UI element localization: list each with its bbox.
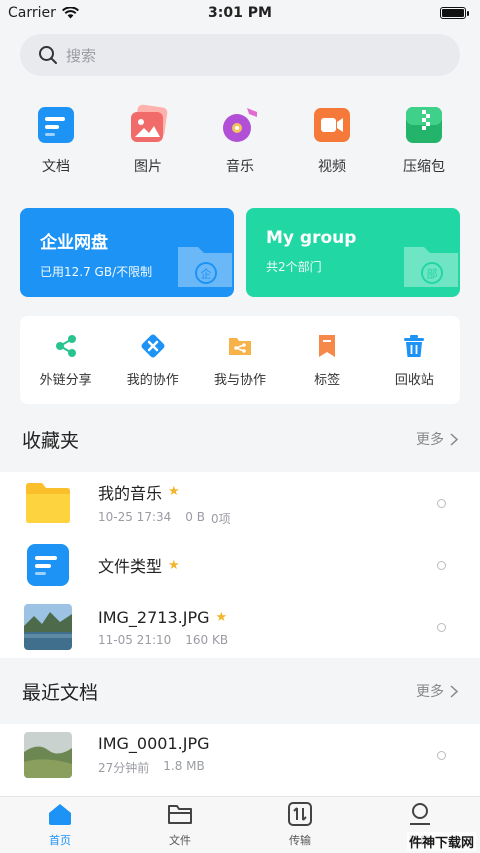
folder-thumb xyxy=(24,480,72,526)
tab-transfer[interactable]: 传输 xyxy=(255,797,345,853)
tool-label: 标签 xyxy=(314,372,341,388)
file-date: 27分钟前 xyxy=(98,761,150,775)
file-date: 11-05 21:10 xyxy=(98,632,172,647)
tab-label: 传输 xyxy=(289,834,311,847)
tool-recycle-bin[interactable]: 回收站 xyxy=(372,333,456,388)
photo-thumb xyxy=(24,732,72,778)
document-icon xyxy=(38,107,74,143)
status-bar: Carrier 3:01 PM xyxy=(0,0,480,26)
favorites-more-link[interactable]: 更多 xyxy=(416,429,458,449)
tool-label: 回收站 xyxy=(394,372,434,388)
more-label: 更多 xyxy=(416,684,444,700)
bookmark-icon xyxy=(319,334,336,357)
shared-folder-icon xyxy=(228,337,251,355)
star-icon: ★ xyxy=(215,609,228,625)
category-label: 文档 xyxy=(42,159,70,175)
category-label: 压缩包 xyxy=(403,159,445,175)
file-name: IMG_0001.JPG xyxy=(98,734,210,753)
category-documents[interactable]: 文档 xyxy=(16,104,96,176)
quick-tools: 外链分享 我的协作 我与协作 标签 回收站 xyxy=(20,316,460,404)
category-row: 文档 图片 音乐 视频 压缩包 xyxy=(0,104,480,176)
group-drive-card[interactable]: My group 共2个部门 部 xyxy=(246,208,460,297)
file-size: 160 KB xyxy=(185,632,229,647)
select-radio[interactable] xyxy=(437,751,446,760)
category-videos[interactable]: 视频 xyxy=(292,104,372,176)
tool-label: 我的协作 xyxy=(126,372,179,388)
profile-icon xyxy=(410,803,430,825)
star-icon: ★ xyxy=(168,557,180,573)
tab-files[interactable]: 文件 xyxy=(135,797,225,853)
archive-icon xyxy=(406,107,442,143)
video-icon xyxy=(314,108,350,142)
select-radio[interactable] xyxy=(437,561,446,570)
share-link-icon xyxy=(55,334,76,357)
category-archives[interactable]: 压缩包 xyxy=(384,104,464,176)
enterprise-drive-card[interactable]: 企业网盘 已用12.7 GB/不限制 企 xyxy=(20,208,234,297)
carrier-label: Carrier xyxy=(8,5,56,21)
music-icon xyxy=(223,108,257,142)
recent-header: 最近文档 更多 xyxy=(0,664,480,718)
my-collab-icon xyxy=(141,334,165,357)
drive-badge: 部 xyxy=(427,267,438,281)
select-radio[interactable] xyxy=(437,499,446,508)
tool-label: 我与协作 xyxy=(213,372,266,388)
tab-label: 文件 xyxy=(169,834,191,847)
category-music[interactable]: 音乐 xyxy=(200,104,280,176)
file-size: 0 B xyxy=(185,509,205,524)
trash-icon xyxy=(404,334,425,357)
category-label: 视频 xyxy=(318,159,346,175)
landscape-photo-icon xyxy=(24,732,72,778)
select-radio[interactable] xyxy=(437,623,446,632)
section-title: 最近文档 xyxy=(22,681,99,704)
file-name: IMG_2713.JPG xyxy=(98,607,210,627)
battery-icon xyxy=(440,7,469,19)
photo-thumb xyxy=(24,604,72,650)
document-type-icon xyxy=(27,544,69,586)
category-images[interactable]: 图片 xyxy=(108,104,188,176)
recent-more-link[interactable]: 更多 xyxy=(416,681,458,701)
favorites-list: 我的音乐 ★ 10-25 17:34 0 B 0项 文件类型 ★ IMG_271… xyxy=(0,472,480,658)
doc-thumb xyxy=(24,542,72,588)
category-label: 音乐 xyxy=(226,159,254,175)
favorites-header: 收藏夹 更多 xyxy=(0,412,480,466)
home-icon xyxy=(49,804,71,825)
list-item[interactable]: IMG_0001.JPG 27分钟前 1.8 MB xyxy=(0,724,480,786)
folder-icon xyxy=(168,805,192,824)
recent-list: IMG_0001.JPG 27分钟前 1.8 MB xyxy=(0,724,480,796)
tool-tags[interactable]: 标签 xyxy=(285,333,369,388)
wifi-icon xyxy=(61,7,79,19)
search-placeholder: 搜索 xyxy=(66,46,97,65)
tool-shared-with-me[interactable]: 我与协作 xyxy=(198,333,282,388)
item-count: 0项 xyxy=(210,511,231,526)
search-icon xyxy=(39,46,57,64)
image-icon xyxy=(131,104,168,142)
enterprise-folder-icon: 企 xyxy=(178,247,232,287)
list-item[interactable]: 文件类型 ★ xyxy=(0,534,480,596)
file-name: 我的音乐 xyxy=(98,483,163,503)
group-folder-icon: 部 xyxy=(404,247,458,287)
tool-label: 外链分享 xyxy=(39,372,92,388)
chevron-right-icon xyxy=(450,684,458,698)
category-label: 图片 xyxy=(134,159,162,175)
list-item[interactable]: 我的音乐 ★ 10-25 17:34 0 B 0项 xyxy=(0,472,480,534)
tool-my-collaboration[interactable]: 我的协作 xyxy=(111,333,195,388)
chevron-right-icon xyxy=(450,432,458,446)
transfer-icon xyxy=(288,802,312,826)
landscape-photo-icon xyxy=(24,604,72,650)
file-size: 1.8 MB xyxy=(163,759,205,773)
section-title: 收藏夹 xyxy=(22,429,80,452)
watermark: 件神下载网 xyxy=(406,832,476,851)
search-bar[interactable]: 搜索 xyxy=(20,34,460,76)
list-item[interactable]: IMG_2713.JPG ★ 11-05 21:10 160 KB xyxy=(0,596,480,658)
folder-icon xyxy=(26,483,70,523)
more-label: 更多 xyxy=(416,432,444,448)
tool-share-links[interactable]: 外链分享 xyxy=(24,333,108,388)
tab-label: 首页 xyxy=(49,834,71,847)
file-date: 10-25 17:34 xyxy=(98,509,172,524)
drive-badge: 企 xyxy=(201,267,212,281)
file-name: 文件类型 xyxy=(98,557,163,576)
tab-home[interactable]: 首页 xyxy=(15,797,105,853)
star-icon: ★ xyxy=(168,484,180,499)
